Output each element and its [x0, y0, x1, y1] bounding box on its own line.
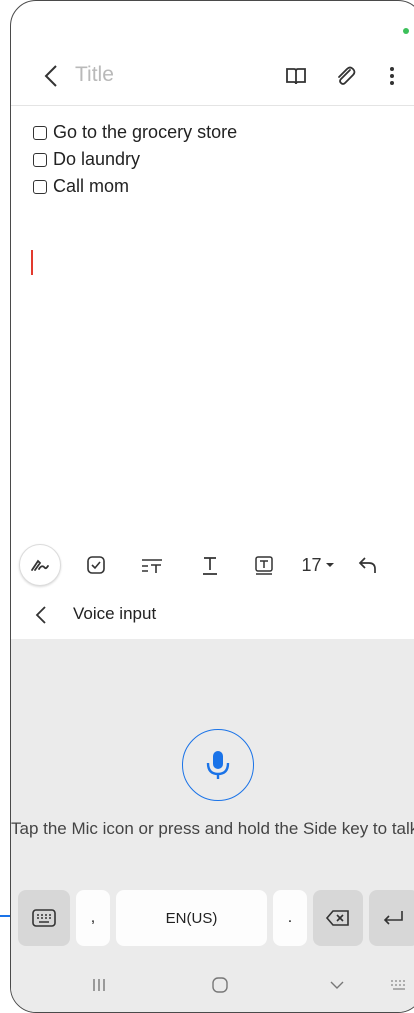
checkbox[interactable] [33, 152, 47, 167]
keyboard-switch-key[interactable] [18, 890, 70, 946]
space-key[interactable]: EN(US) [116, 890, 267, 946]
text-cursor [31, 250, 33, 275]
checkbox[interactable] [33, 179, 47, 194]
text-box-tool[interactable] [251, 551, 277, 579]
phone-frame: Title Go to the grocery store Do laundry… [10, 0, 414, 1013]
note-header: Title [11, 51, 414, 106]
keyboard-icon[interactable] [389, 977, 409, 993]
checklist-item-label: Go to the grocery store [53, 122, 238, 142]
mic-button[interactable] [182, 729, 254, 801]
keyboard-icon [32, 909, 56, 927]
period-key[interactable]: . [273, 890, 307, 946]
chevron-down-icon[interactable] [329, 979, 345, 991]
checklist-item: Call mom [33, 173, 237, 200]
more-vert-icon[interactable] [379, 63, 405, 89]
checklist-item: Do laundry [33, 146, 237, 173]
camera-indicator [403, 28, 409, 34]
enter-key[interactable] [369, 890, 414, 946]
underline-tool[interactable] [197, 551, 223, 579]
title-field[interactable]: Title [75, 63, 114, 87]
keyboard-bottom-row: , EN(US) . [11, 890, 414, 946]
mic-icon [206, 750, 229, 779]
dropdown-arrow-icon [325, 563, 334, 567]
text-style-tool[interactable] [138, 551, 166, 579]
text-style-icon [142, 559, 162, 573]
font-size-value: 17 [301, 554, 322, 575]
chevron-left-icon[interactable] [37, 61, 67, 91]
book-icon[interactable] [283, 63, 309, 89]
keyboard-panel: Tap the Mic icon or press and hold the S… [11, 639, 414, 1012]
attach-icon[interactable] [333, 63, 359, 89]
comma-key[interactable]: , [76, 890, 110, 946]
checkbox[interactable] [33, 125, 47, 140]
navigation-bar [11, 959, 414, 1009]
checklist-item: Go to the grocery store [33, 119, 237, 146]
undo-button[interactable] [355, 551, 383, 579]
note-body[interactable]: Go to the grocery store Do laundry Call … [33, 119, 237, 200]
checklist-item-label: Call mom [53, 176, 130, 196]
undo-icon [358, 557, 376, 573]
format-toolbar: 17 [11, 541, 414, 589]
font-size-selector[interactable]: 17 [297, 551, 339, 579]
chevron-left-icon[interactable] [29, 603, 53, 627]
recent-apps-icon[interactable] [91, 977, 107, 993]
backspace-icon [325, 910, 349, 926]
text-box-icon [255, 556, 273, 575]
checklist-item-label: Do laundry [53, 149, 141, 169]
voice-hint: Tap the Mic icon or press and hold the S… [11, 819, 414, 838]
voice-input-bar: Voice input [11, 591, 414, 639]
voice-input-title: Voice input [73, 604, 157, 623]
backspace-key[interactable] [313, 890, 363, 946]
pen-icon [31, 559, 49, 571]
enter-icon [383, 911, 403, 925]
pen-button[interactable] [19, 544, 61, 586]
underline-text-icon [203, 557, 217, 575]
home-icon[interactable] [211, 976, 229, 994]
checkbox-tool[interactable] [83, 551, 109, 579]
checkbox-icon [87, 556, 105, 574]
